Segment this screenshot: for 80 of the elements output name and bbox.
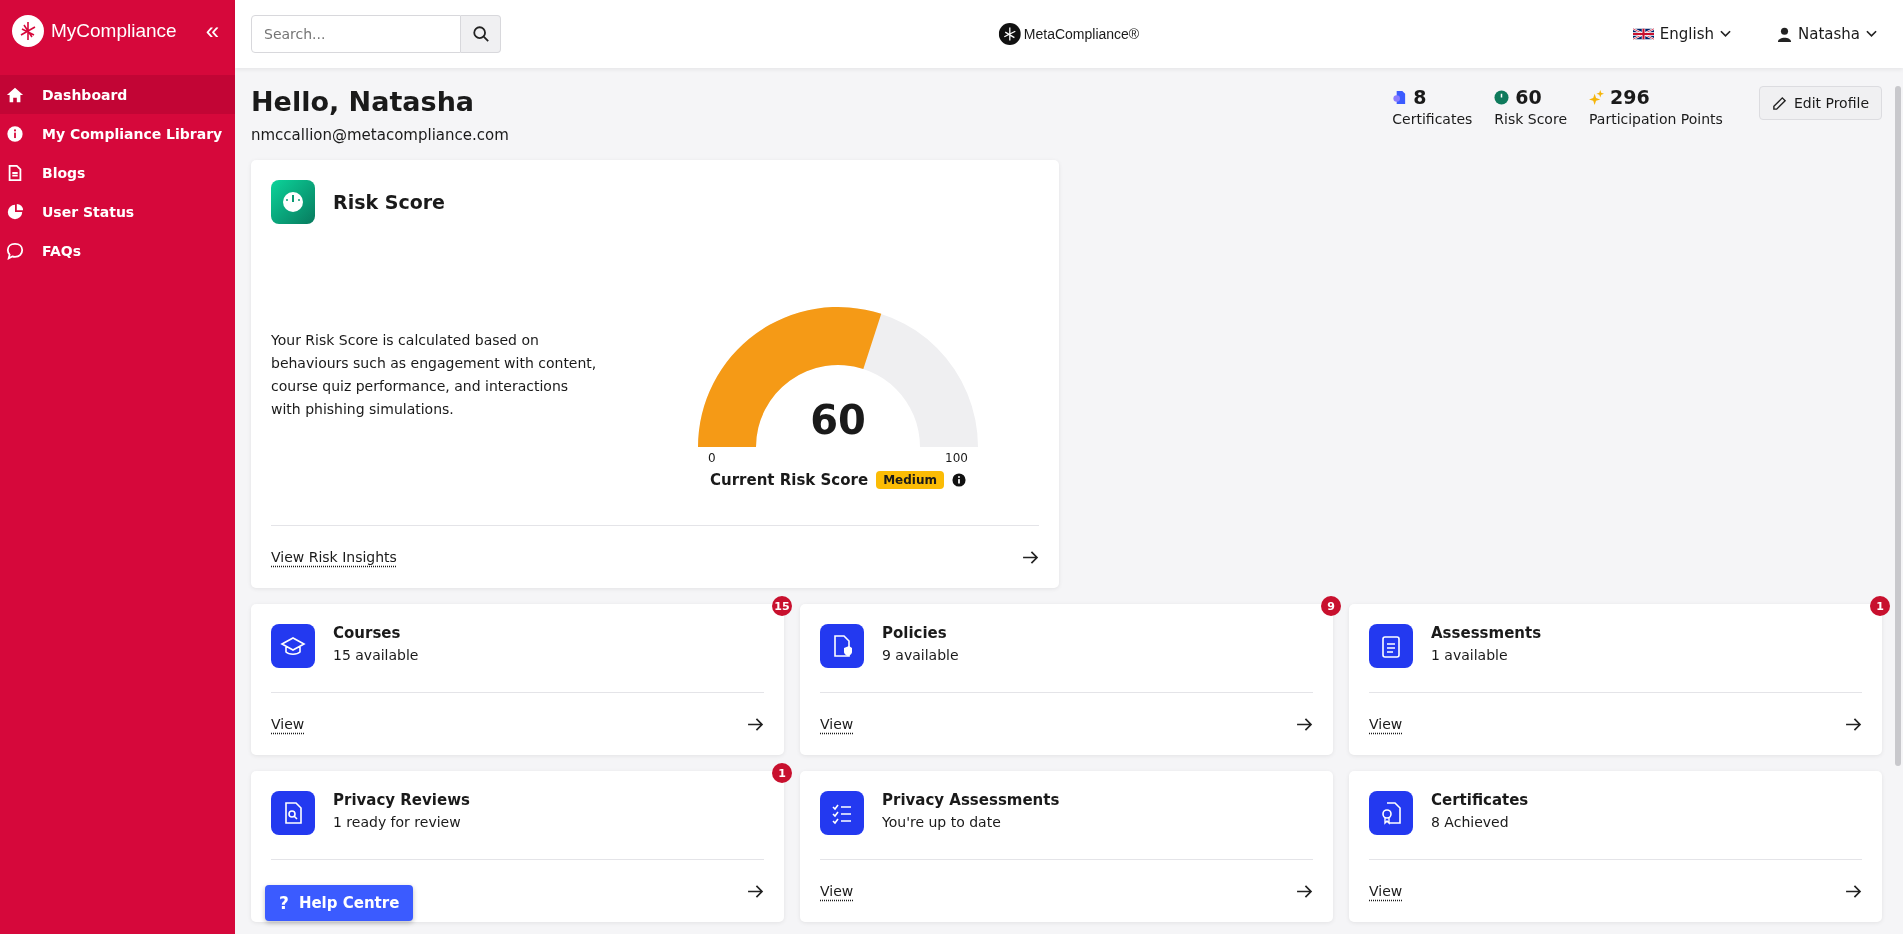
pencil-icon bbox=[1771, 95, 1787, 111]
arrow-right-icon[interactable] bbox=[1845, 717, 1862, 731]
nav-item[interactable]: My Compliance Library bbox=[0, 114, 235, 153]
email-address: nmccallion@metacompliance.com bbox=[251, 126, 509, 144]
card-subtitle: 1 ready for review bbox=[333, 814, 462, 830]
company-logo-text: MetaCompliance® bbox=[1023, 26, 1140, 42]
logo-icon bbox=[12, 15, 44, 47]
gauge-icon bbox=[271, 180, 315, 224]
risk-score-description: Your Risk Score is calculated based on behaviours such as engagement with content, course quiz performance, and interactions with phishing simulations. bbox=[271, 330, 598, 419]
arrow-right-icon[interactable] bbox=[1296, 884, 1313, 898]
card-subtitle: You're up to date bbox=[882, 814, 1002, 830]
gauge-max-label: 100 bbox=[945, 450, 968, 465]
brand-name: MyCompliance bbox=[51, 20, 177, 42]
card-title: Privacy Reviews bbox=[333, 791, 470, 809]
count-badge: 15 bbox=[772, 596, 792, 616]
card-title: Certificates bbox=[1431, 791, 1529, 809]
help-centre-button[interactable]: ? Help Centre bbox=[265, 885, 414, 921]
card-title: Policies bbox=[882, 624, 948, 642]
arrow-right-icon[interactable] bbox=[747, 717, 764, 731]
chevron-down-icon bbox=[1720, 30, 1731, 38]
clipboard-icon bbox=[1369, 624, 1413, 668]
checklist-icon bbox=[820, 791, 864, 835]
card-subtitle: 9 available bbox=[882, 647, 959, 663]
card-title: Privacy Assessments bbox=[882, 791, 1060, 809]
card-subtitle: 8 Achieved bbox=[1431, 814, 1510, 830]
arrow-right-icon[interactable] bbox=[1845, 884, 1862, 898]
stat-value: 60 bbox=[1515, 86, 1542, 108]
stat-label: Risk Score bbox=[1494, 111, 1567, 127]
card-title: Courses bbox=[333, 624, 402, 642]
count-badge: 9 bbox=[1321, 596, 1341, 616]
stat-label: Participation Points bbox=[1589, 111, 1723, 127]
nav-item[interactable]: Dashboard bbox=[0, 75, 235, 114]
risk-score-value: 60 bbox=[810, 396, 866, 443]
card-subtitle: 15 available bbox=[333, 647, 419, 663]
flag-icon bbox=[1632, 27, 1654, 41]
document-search-icon bbox=[271, 791, 315, 835]
search-button[interactable] bbox=[461, 15, 501, 53]
count-badge: 1 bbox=[1870, 596, 1890, 616]
document-icon bbox=[6, 163, 24, 182]
pie-chart-icon bbox=[6, 202, 24, 221]
stat-value: 8 bbox=[1413, 86, 1427, 108]
user-icon bbox=[1777, 26, 1792, 42]
view-link[interactable]: View bbox=[820, 716, 854, 732]
card-title: Assessments bbox=[1431, 624, 1542, 642]
collapse-button[interactable]: « bbox=[201, 17, 223, 45]
view-link[interactable]: View bbox=[820, 883, 854, 899]
view-risk-insights-link[interactable]: View Risk Insights bbox=[271, 549, 397, 565]
risk-level-badge: Medium bbox=[876, 470, 944, 489]
stat-label: Certificates bbox=[1392, 111, 1473, 127]
nav-item[interactable]: User Status bbox=[0, 192, 235, 231]
search-icon bbox=[471, 25, 490, 43]
card-title: Risk Score bbox=[333, 191, 445, 213]
view-link[interactable]: View bbox=[271, 716, 305, 732]
gauge-min-label: 0 bbox=[708, 450, 716, 465]
graduation-cap-icon bbox=[271, 624, 315, 668]
arrow-right-icon[interactable] bbox=[747, 884, 764, 898]
arrow-right-icon[interactable] bbox=[1296, 717, 1313, 731]
user-menu[interactable]: Natasha bbox=[1771, 24, 1883, 44]
card-subtitle: 1 available bbox=[1431, 647, 1509, 663]
sparkle-icon bbox=[1589, 89, 1604, 105]
logo-icon bbox=[998, 23, 1021, 45]
info-icon[interactable] bbox=[952, 472, 966, 487]
info-icon bbox=[6, 124, 24, 143]
language-dropdown[interactable]: English bbox=[1626, 24, 1737, 44]
scrollbar[interactable] bbox=[1895, 86, 1901, 766]
chevron-down-icon bbox=[1866, 30, 1877, 38]
document-shield-icon bbox=[820, 624, 864, 668]
gauge-caption: Current Risk Score bbox=[710, 470, 869, 489]
search-field[interactable]: Search... bbox=[251, 15, 461, 53]
view-link[interactable]: View bbox=[1369, 883, 1403, 899]
home-icon bbox=[6, 85, 24, 104]
nav-item[interactable]: FAQs bbox=[0, 231, 235, 270]
edit-profile-button[interactable]: Edit Profile bbox=[1758, 86, 1882, 120]
greeting: Hello, Natasha bbox=[251, 86, 476, 117]
nav-item[interactable]: Blogs bbox=[0, 153, 235, 192]
stat-value: 296 bbox=[1610, 86, 1650, 108]
count-badge: 1 bbox=[772, 763, 792, 783]
gauge-icon bbox=[1494, 89, 1510, 105]
arrow-right-icon[interactable] bbox=[1022, 550, 1039, 564]
view-link[interactable]: View bbox=[1369, 716, 1403, 732]
